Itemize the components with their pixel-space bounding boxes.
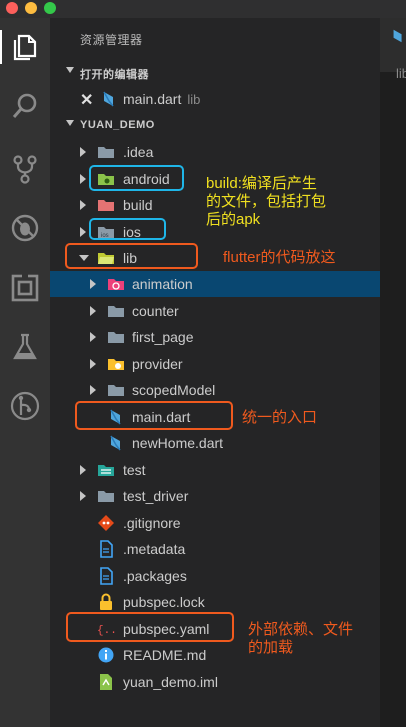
folder-icon <box>108 306 124 317</box>
dart-file-icon <box>110 435 121 451</box>
editor-area: lib <box>380 18 406 727</box>
open-editor-name: main.dart <box>123 91 182 107</box>
folder-icon <box>98 147 114 158</box>
chevron-right-icon <box>80 465 86 475</box>
tree-item-label: pubspec.lock <box>123 594 205 610</box>
iml-file-icon <box>100 674 112 690</box>
file-icon <box>100 567 113 585</box>
editor-tab[interactable] <box>380 18 406 73</box>
tree-item-label: .packages <box>123 568 187 584</box>
folder-icon <box>98 491 114 502</box>
android-highlight-box <box>89 165 184 191</box>
open-editor-desc: lib <box>187 92 201 107</box>
window-titlebar <box>0 0 406 18</box>
tree-item-label: animation <box>132 276 193 292</box>
file-icon <box>100 540 113 558</box>
tree-item-animation[interactable]: animation <box>50 271 380 297</box>
extensions-icon[interactable] <box>8 271 42 305</box>
chevron-right-icon <box>90 306 96 316</box>
active-indicator <box>0 30 2 64</box>
chevron-right-icon <box>80 174 86 184</box>
tree-item-yuan-demo-iml[interactable]: yuan_demo.iml <box>50 669 380 695</box>
build-annotation: build:编译后产生 的文件，包括打包 后的apk <box>206 175 327 228</box>
tree-item-test-driver[interactable]: test_driver <box>50 483 380 509</box>
open-editors-header[interactable]: 打开的编辑器 <box>50 60 380 86</box>
tree-item-packages[interactable]: .packages <box>50 563 380 589</box>
folder-icon <box>108 385 124 396</box>
chevron-right-icon <box>90 385 96 395</box>
git-file-icon <box>98 515 114 531</box>
test-folder-icon <box>98 465 114 476</box>
tree-item-label: scopedModel <box>132 382 216 398</box>
activity-bar <box>0 18 50 727</box>
tree-item-label: provider <box>132 356 183 372</box>
lib-highlight-box <box>65 243 198 269</box>
tree-item-test[interactable]: test <box>50 457 380 483</box>
source-control-icon[interactable] <box>8 152 42 186</box>
git-graph-icon[interactable] <box>8 389 42 423</box>
maximize-window-button[interactable] <box>44 2 56 14</box>
pubspec-annotation: 外部依赖、文件 的加载 <box>248 621 354 656</box>
ios-highlight-box <box>89 218 166 240</box>
dart-file-icon <box>103 91 114 107</box>
project-header[interactable]: YUAN_DEMO <box>50 113 380 139</box>
tree-item-label: yuan_demo.iml <box>123 674 218 690</box>
tree-item-label: .gitignore <box>123 515 181 531</box>
chevron-down-icon <box>66 67 74 73</box>
tree-item-newhome-dart[interactable]: newHome.dart <box>50 430 380 456</box>
tree-item-label: build <box>123 197 153 213</box>
chevron-right-icon <box>80 147 86 157</box>
tree-item-label: test <box>123 462 146 478</box>
open-editors-title: 打开的编辑器 <box>80 69 149 81</box>
pubspec-highlight-box <box>66 612 234 642</box>
tree-item-provider[interactable]: provider <box>50 351 380 377</box>
tree-item-counter[interactable]: counter <box>50 298 380 324</box>
tree-item-label: first_page <box>132 329 194 345</box>
tree-item-label: test_driver <box>123 488 189 504</box>
open-editor-item-main-dart[interactable]: ✕ main.dart lib <box>50 86 380 112</box>
info-icon <box>98 647 114 663</box>
search-icon[interactable] <box>8 90 42 124</box>
chevron-down-icon <box>66 120 74 126</box>
main-dart-highlight-box <box>75 401 233 430</box>
provider-folder-icon <box>108 359 124 370</box>
chevron-right-icon <box>90 332 96 342</box>
chevron-right-icon <box>90 279 96 289</box>
animation-folder-icon <box>108 279 124 290</box>
tree-item-label: counter <box>132 303 179 319</box>
debug-icon[interactable] <box>8 211 42 245</box>
tree-item-gitignore[interactable]: .gitignore <box>50 510 380 536</box>
close-window-button[interactable] <box>6 2 18 14</box>
sidebar-title: 资源管理器 <box>80 33 143 47</box>
folder-icon <box>108 332 124 343</box>
project-title: YUAN_DEMO <box>80 119 155 131</box>
tree-item-idea[interactable]: .idea <box>50 139 380 165</box>
tree-item-label: README.md <box>123 647 207 663</box>
tree-item-metadata[interactable]: .metadata <box>50 536 380 562</box>
lock-icon <box>100 593 112 610</box>
tree-item-first-page[interactable]: first_page <box>50 324 380 350</box>
close-icon[interactable]: ✕ <box>80 90 93 110</box>
chevron-right-icon <box>80 227 86 237</box>
flask-icon[interactable] <box>8 330 42 364</box>
breadcrumb-fragment: lib <box>396 66 406 81</box>
lib-annotation: flutter的代码放这 <box>223 249 336 266</box>
tree-item-label: newHome.dart <box>132 435 224 451</box>
tree-item-label: .metadata <box>123 541 186 557</box>
chevron-right-icon <box>80 491 86 501</box>
dart-file-icon <box>393 29 402 43</box>
build-folder-icon <box>98 200 114 211</box>
chevron-right-icon <box>80 200 86 210</box>
tree-item-label: .idea <box>123 144 154 160</box>
main-annotation: 统一的入口 <box>242 409 318 426</box>
files-icon[interactable] <box>8 30 42 64</box>
chevron-right-icon <box>90 359 96 369</box>
tree-item-scopedmodel[interactable]: scopedModel <box>50 377 380 403</box>
minimize-window-button[interactable] <box>25 2 37 14</box>
